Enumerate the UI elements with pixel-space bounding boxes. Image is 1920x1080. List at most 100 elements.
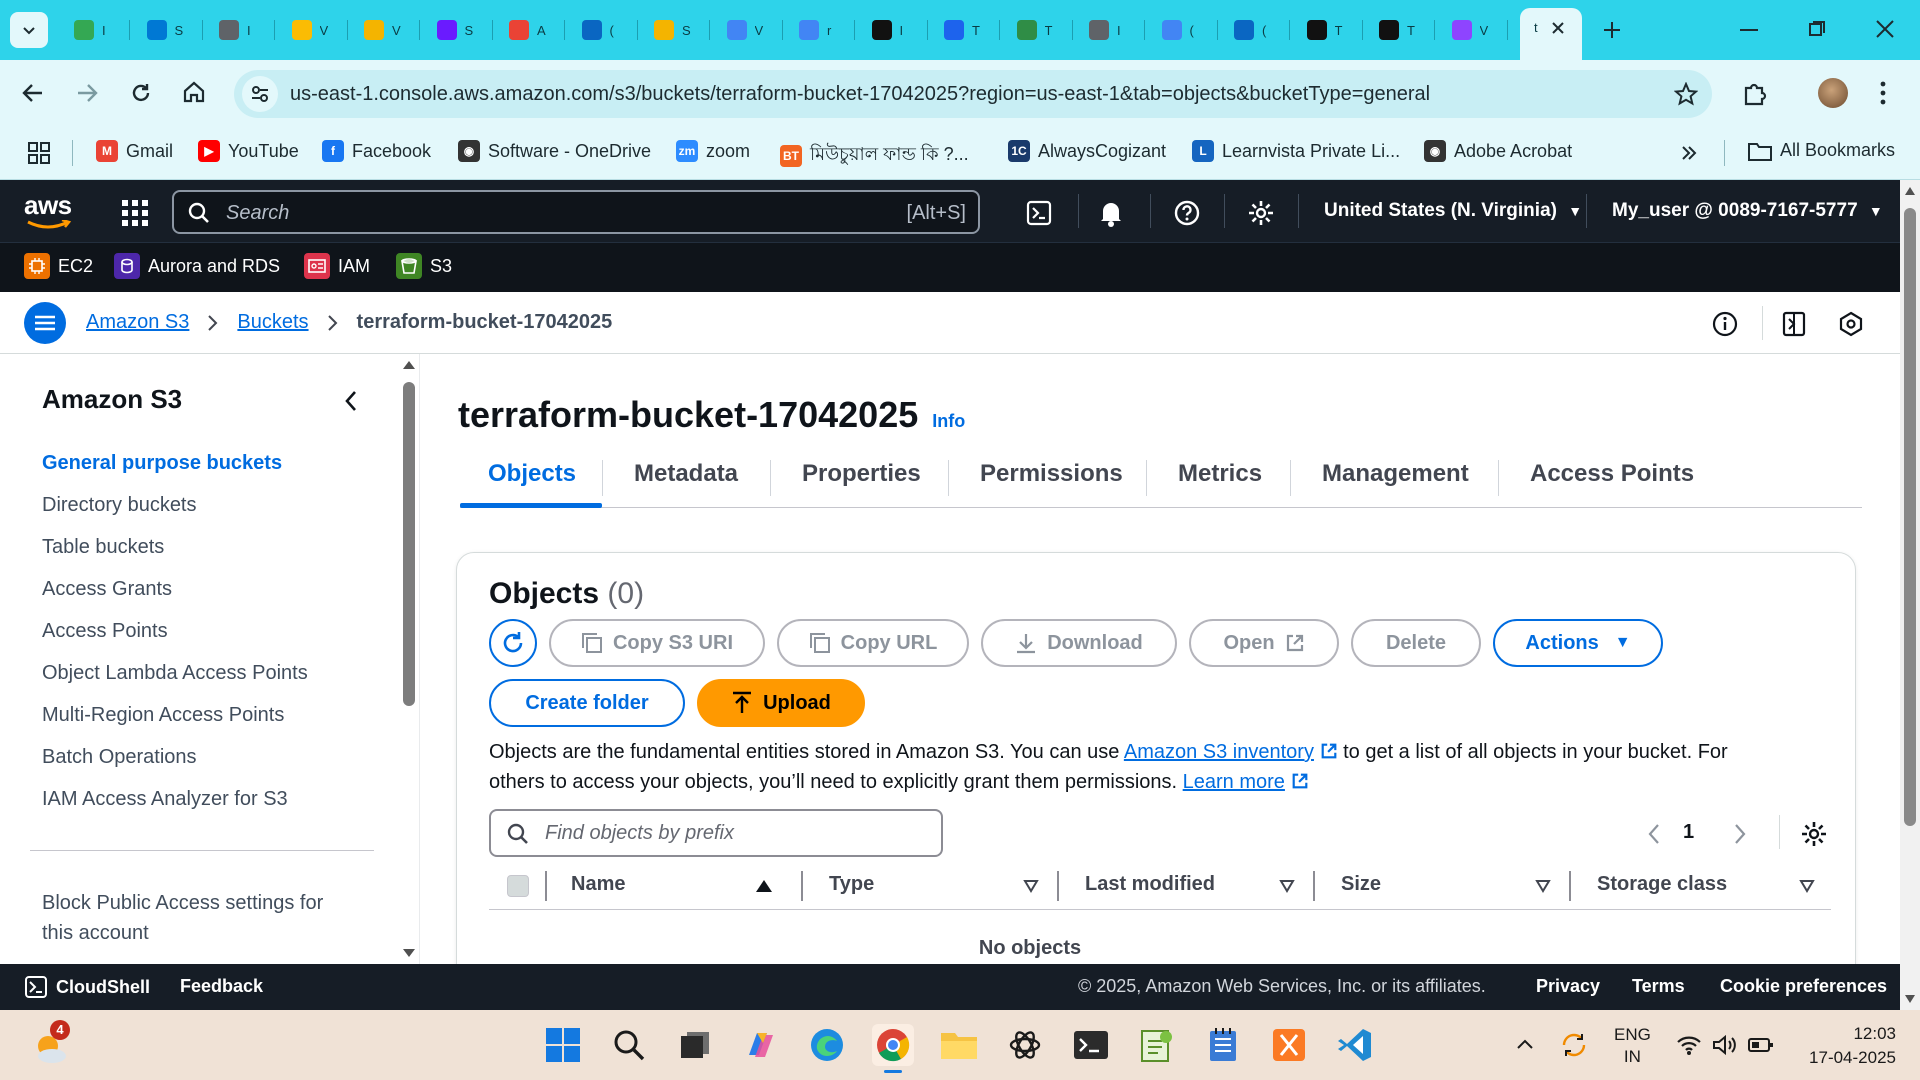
site-info-icon[interactable] xyxy=(242,76,278,112)
sidebar-item-block-public-access[interactable]: Block Public Access settings for this ac… xyxy=(42,888,323,948)
breadcrumb-amazon-s3[interactable]: Amazon S3 xyxy=(86,311,189,334)
bookmark-item[interactable]: M Gmail xyxy=(96,140,173,162)
browser-tab[interactable]: A xyxy=(499,12,565,48)
bookmark-item[interactable]: ◉ Software - OneDrive xyxy=(458,140,651,162)
column-header-storage-class[interactable]: Storage class xyxy=(1597,873,1727,896)
column-header-last-modified[interactable]: Last modified xyxy=(1085,873,1215,896)
file-explorer-app[interactable] xyxy=(938,1024,980,1066)
column-header-size[interactable]: Size xyxy=(1341,873,1381,896)
services-grid-icon[interactable] xyxy=(122,200,148,226)
info-circle-icon[interactable] xyxy=(1712,311,1738,337)
browser-tab[interactable]: I xyxy=(209,12,275,48)
forward-arrow-icon[interactable] xyxy=(76,82,98,104)
create-folder-button[interactable]: Create folder xyxy=(489,679,685,727)
sort-caret-down-icon[interactable] xyxy=(1023,879,1039,893)
chevron-up-icon[interactable] xyxy=(1516,1038,1534,1050)
download-button[interactable]: Download xyxy=(981,619,1177,667)
browser-tab[interactable]: ( xyxy=(1224,12,1290,48)
page-scrollbar[interactable] xyxy=(1900,180,1920,1010)
browser-tab[interactable]: I xyxy=(862,12,928,48)
tab-metrics[interactable]: Metrics xyxy=(1178,460,1262,488)
sort-caret-down-icon[interactable] xyxy=(1279,879,1295,893)
close-icon[interactable] xyxy=(1550,20,1566,36)
all-bookmarks[interactable]: All Bookmarks xyxy=(1748,140,1895,161)
window-close-icon[interactable] xyxy=(1876,20,1894,38)
browser-tab[interactable]: V xyxy=(354,12,420,48)
sidebar-item-general-purpose-buckets[interactable]: General purpose buckets xyxy=(42,452,282,475)
tab-search-button[interactable] xyxy=(10,12,48,48)
terminal-app[interactable] xyxy=(1070,1024,1112,1066)
task-view[interactable] xyxy=(674,1024,716,1066)
bookmark-star-icon[interactable] xyxy=(1674,82,1698,106)
open-button[interactable]: Open xyxy=(1189,619,1339,667)
table-settings-gear-icon[interactable] xyxy=(1801,821,1827,847)
tab-management[interactable]: Management xyxy=(1322,460,1469,488)
column-header-name[interactable]: Name xyxy=(571,873,625,896)
back-arrow-icon[interactable] xyxy=(22,82,44,104)
minimize-icon[interactable] xyxy=(1740,28,1758,32)
region-selector[interactable]: United States (N. Virginia) ▼ xyxy=(1324,200,1582,222)
battery-icon[interactable] xyxy=(1748,1036,1774,1054)
volume-icon[interactable] xyxy=(1712,1034,1738,1056)
refresh-button[interactable] xyxy=(489,619,537,667)
tab-metadata[interactable]: Metadata xyxy=(634,460,738,488)
start-button[interactable] xyxy=(542,1024,584,1066)
delete-button[interactable]: Delete xyxy=(1351,619,1481,667)
tab-permissions[interactable]: Permissions xyxy=(980,460,1123,488)
browser-tab[interactable]: T xyxy=(934,12,1000,48)
breadcrumb-buckets[interactable]: Buckets xyxy=(237,311,308,334)
s3-inventory-link[interactable]: Amazon S3 inventory xyxy=(1124,741,1314,763)
home-icon[interactable] xyxy=(182,80,206,104)
sidebar-scrollbar[interactable] xyxy=(398,354,419,964)
aws-logo[interactable]: aws xyxy=(24,190,76,230)
settings-gear-icon[interactable] xyxy=(1248,200,1274,226)
bookmark-item[interactable]: 1C AlwaysCogizant xyxy=(1008,140,1166,162)
aws-search-input[interactable]: Search [Alt+S] xyxy=(172,190,980,234)
notifications-bell-icon[interactable] xyxy=(1098,199,1124,227)
tab-access-points[interactable]: Access Points xyxy=(1530,460,1694,488)
pagination-current-page[interactable]: 1 xyxy=(1683,821,1694,844)
bookmark-item[interactable]: f Facebook xyxy=(322,140,431,162)
cloudshell-icon[interactable] xyxy=(1026,200,1052,226)
terms-link[interactable]: Terms xyxy=(1632,976,1685,997)
upload-button[interactable]: Upload xyxy=(697,679,865,727)
vscode-app[interactable] xyxy=(1334,1024,1376,1066)
help-icon[interactable] xyxy=(1174,200,1200,226)
column-header-type[interactable]: Type xyxy=(829,873,874,896)
active-tab[interactable]: t xyxy=(1520,8,1582,60)
bookmark-item[interactable]: ▶ YouTube xyxy=(198,140,299,162)
xampp-app[interactable] xyxy=(1268,1024,1310,1066)
browser-tab[interactable]: ( xyxy=(1152,12,1218,48)
sort-ascending-icon[interactable] xyxy=(755,879,773,893)
reload-icon[interactable] xyxy=(130,82,152,104)
more-vertical-icon[interactable] xyxy=(1880,81,1886,105)
chatgpt-app[interactable] xyxy=(1004,1024,1046,1066)
clock[interactable]: 12:03 17-04-2025 xyxy=(1796,1022,1896,1070)
collapse-chevron-left-icon[interactable] xyxy=(344,390,358,412)
info-link[interactable]: Info xyxy=(932,411,965,432)
taskbar-search[interactable] xyxy=(608,1024,650,1066)
copy-s3-uri-button[interactable]: Copy S3 URI xyxy=(549,619,765,667)
browser-tab[interactable]: r xyxy=(789,12,855,48)
browser-tab[interactable]: ( xyxy=(572,12,638,48)
tab-objects[interactable]: Objects xyxy=(488,460,576,488)
favorite-iam[interactable]: IAM xyxy=(304,253,370,279)
pagination-next-icon[interactable] xyxy=(1733,823,1747,845)
weather-widget[interactable]: 4 xyxy=(30,1020,72,1066)
browser-tab[interactable]: I xyxy=(1079,12,1145,48)
learn-more-link[interactable]: Learn more xyxy=(1183,771,1285,793)
split-panel-icon[interactable] xyxy=(1782,311,1806,337)
account-menu[interactable]: My_user @ 0089-7167-5777 ▼ xyxy=(1612,200,1883,222)
chevron-double-right-icon[interactable] xyxy=(1680,144,1698,162)
extensions-puzzle-icon[interactable] xyxy=(1742,80,1768,106)
browser-tab[interactable]: V xyxy=(282,12,348,48)
sort-caret-down-icon[interactable] xyxy=(1799,879,1815,893)
browser-tab[interactable]: S xyxy=(427,12,493,48)
sidebar-item-iam-access-analyzer[interactable]: IAM Access Analyzer for S3 xyxy=(42,788,288,811)
bookmark-item[interactable]: zm zoom xyxy=(676,140,750,162)
find-objects-input[interactable]: Find objects by prefix xyxy=(489,809,943,857)
copilot-app[interactable] xyxy=(740,1024,782,1066)
bookmark-item[interactable]: BT মিউচুয়াল ফান্ড কি ?... xyxy=(780,140,969,171)
wifi-icon[interactable] xyxy=(1676,1034,1702,1056)
feedback-link[interactable]: Feedback xyxy=(180,976,263,997)
